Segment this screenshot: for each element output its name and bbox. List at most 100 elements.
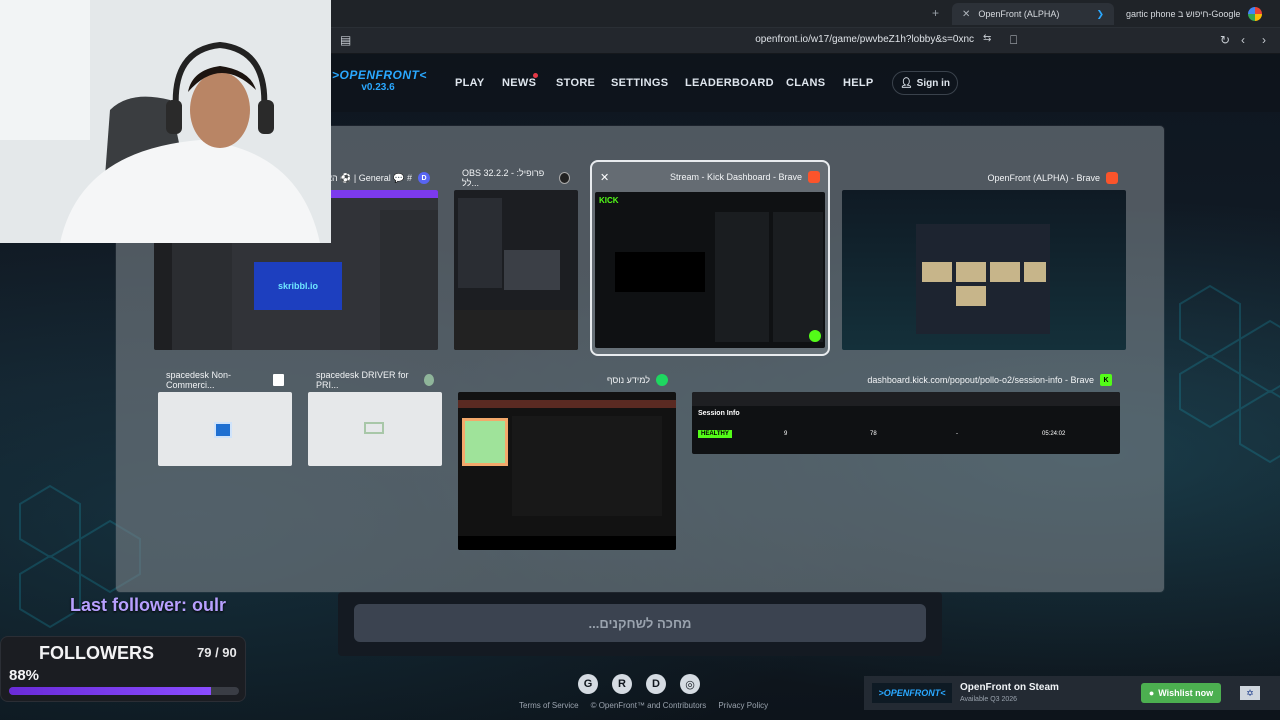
page-icon: ▤	[340, 33, 352, 47]
steam-banner-logo: >OPENFRONT<	[872, 683, 952, 703]
bookmark-icon[interactable]: ⎕	[1010, 33, 1017, 48]
followers-progress-track	[9, 687, 239, 695]
translate-icon[interactable]: ⇆	[983, 33, 991, 44]
sign-in-button[interactable]: 👤︎ Sign in	[892, 71, 958, 95]
openfront-logo[interactable]: >OPENFRONT< v0.23.6	[332, 68, 427, 93]
wishlist-label: Wishlist now	[1158, 688, 1214, 698]
tab-label: OpenFront (ALPHA)	[978, 9, 1060, 19]
google-icon	[1248, 7, 1263, 21]
nav-store[interactable]: STORE	[556, 77, 595, 89]
user-icon: 👤︎	[899, 77, 913, 89]
news-notification-dot	[533, 73, 538, 78]
steam-icon: ●	[1148, 688, 1155, 698]
copyright-text: © OpenFront™ and Contributors	[590, 701, 707, 710]
footer-icons: G R D ◎	[578, 674, 700, 694]
window-obs[interactable]: OBS 32.2.2 - פרופיל: לל...	[454, 166, 578, 354]
window-title: למידע נוסף	[606, 375, 650, 385]
nav-leaderboard[interactable]: LEADERBOARD	[685, 77, 774, 89]
window-title: spacedesk Non-Commerci...	[166, 370, 232, 390]
close-tab-icon[interactable]: ✕	[962, 9, 970, 20]
obs-icon	[559, 172, 570, 184]
window-title: OpenFront (ALPHA) - Brave	[987, 173, 1100, 183]
health-status-badge: HEALTHY	[698, 430, 732, 438]
brave-icon	[1106, 172, 1118, 184]
streamer-webcam-image	[0, 0, 331, 243]
sign-in-label: Sign in	[916, 77, 951, 89]
session-value: 05:24:02	[1042, 431, 1066, 437]
reddit-icon[interactable]: R	[612, 674, 632, 694]
window-caption: OBS 32.2.2 - פרופיל: לל...	[454, 166, 578, 190]
followers-percent: 88%	[9, 667, 40, 684]
window-caption: OpenFront (ALPHA) - Brave	[842, 166, 1126, 190]
window-spacedesk-driver[interactable]: spacedesk DRIVER for PRI...	[308, 368, 442, 470]
steam-banner: >OPENFRONT< OpenFront on Steam Available…	[864, 676, 1280, 710]
last-follower-text: Last follower: oulr	[70, 595, 227, 615]
followers-label: FOLLOWERS	[39, 643, 154, 663]
spacedesk-icon	[423, 374, 434, 386]
nav-settings[interactable]: SETTINGS	[611, 77, 668, 89]
window-thumbnail: Session Info HEALTHY 9 78 - 05:24:02	[692, 392, 1120, 454]
window-title: spacedesk DRIVER for PRI...	[316, 370, 409, 390]
window-thumbnail	[842, 190, 1126, 350]
tab-label: gartic phone חיפוש ב-Google	[1126, 9, 1241, 19]
nav-help[interactable]: HELP	[843, 77, 874, 89]
kick-icon: K	[1100, 374, 1112, 386]
window-thumbnail	[158, 392, 292, 466]
tab-openfront[interactable]: ✕ OpenFront (ALPHA) ❯	[952, 3, 1114, 25]
window-thumbnail	[308, 392, 442, 466]
tab-google[interactable]: gartic phone חיפוש ב-Google	[1116, 3, 1280, 25]
terms-link[interactable]: Terms of Service	[519, 701, 579, 710]
nav-clans[interactable]: CLANS	[786, 77, 825, 89]
window-title: Stream - Kick Dashboard - Brave	[669, 172, 802, 182]
waiting-for-players-button[interactable]: ...מחכה לשחקנים	[354, 604, 926, 642]
followers-count: 79 / 90	[197, 645, 237, 660]
language-flag-icon[interactable]: ✡	[1240, 686, 1260, 700]
lobby-panel: ...מחכה לשחקנים	[338, 592, 942, 656]
url-field[interactable]: openfront.io/w17/game/pwvbeZ1h?lobby&s=0…	[755, 34, 974, 45]
discord-icon[interactable]: D	[646, 674, 666, 694]
version-label: v0.23.6	[361, 82, 395, 93]
window-caption: dashboard.kick.com/popout/pollo-o2/sessi…	[692, 368, 1120, 392]
followers-progress-fill	[9, 687, 212, 695]
window-spacedesk-non-commercial[interactable]: spacedesk Non-Commerci...	[158, 368, 292, 470]
new-tab-icon[interactable]: +	[932, 6, 939, 20]
session-value: 78	[870, 431, 877, 437]
window-caption: spacedesk DRIVER for PRI...	[308, 368, 442, 392]
window-title: OBS 32.2.2 - פרופיל: לל...	[462, 168, 545, 188]
close-window-icon[interactable]: ✕	[600, 171, 609, 184]
spacedesk-icon	[273, 374, 284, 386]
window-thumbnail: KICK	[595, 192, 825, 348]
logo-text: >OPENFRONT<	[332, 68, 427, 82]
wishlist-button[interactable]: ● Wishlist now	[1141, 683, 1221, 703]
nav-play[interactable]: PLAY	[455, 77, 485, 89]
window-caption: למידע נוסף	[458, 368, 676, 392]
steam-title: OpenFront on Steam	[960, 682, 1059, 693]
window-thumbnail	[454, 190, 578, 350]
window-kick-dashboard[interactable]: ✕ Stream - Kick Dashboard - Brave KICK	[590, 160, 830, 356]
followers-goal-widget: FOLLOWERS 79 / 90 88%	[0, 636, 246, 702]
github-icon[interactable]: G	[578, 674, 598, 694]
session-value: -	[956, 431, 958, 437]
session-value: 9	[784, 431, 788, 437]
discord-icon: D	[418, 172, 430, 184]
forward-icon[interactable]: ›	[1262, 33, 1266, 47]
nav-news[interactable]: NEWS	[502, 77, 536, 89]
reload-icon[interactable]: ↻	[1220, 33, 1230, 47]
window-caption: spacedesk Non-Commerci...	[158, 368, 292, 392]
spotify-icon	[656, 374, 668, 386]
footer-links: Terms of Service © OpenFront™ and Contri…	[519, 701, 768, 710]
privacy-link[interactable]: Privacy Policy	[718, 701, 768, 710]
chevron-icon: ❯	[1096, 8, 1104, 19]
steam-subtitle: Available Q3 2026	[960, 696, 1018, 703]
window-title: dashboard.kick.com/popout/pollo-o2/sessi…	[867, 375, 1094, 385]
globe-icon[interactable]: ◎	[680, 674, 700, 694]
window-thumbnail	[458, 392, 676, 550]
window-caption: ✕ Stream - Kick Dashboard - Brave	[592, 162, 828, 192]
session-info-header: Session Info	[698, 410, 740, 417]
window-openfront[interactable]: OpenFront (ALPHA) - Brave	[842, 166, 1126, 354]
webcam-overlay	[0, 0, 331, 243]
back-icon[interactable]: ‹	[1241, 33, 1245, 47]
window-spotify[interactable]: למידע נוסף	[458, 368, 676, 554]
window-kick-session-info[interactable]: dashboard.kick.com/popout/pollo-o2/sessi…	[692, 368, 1120, 458]
brave-icon	[808, 171, 820, 183]
